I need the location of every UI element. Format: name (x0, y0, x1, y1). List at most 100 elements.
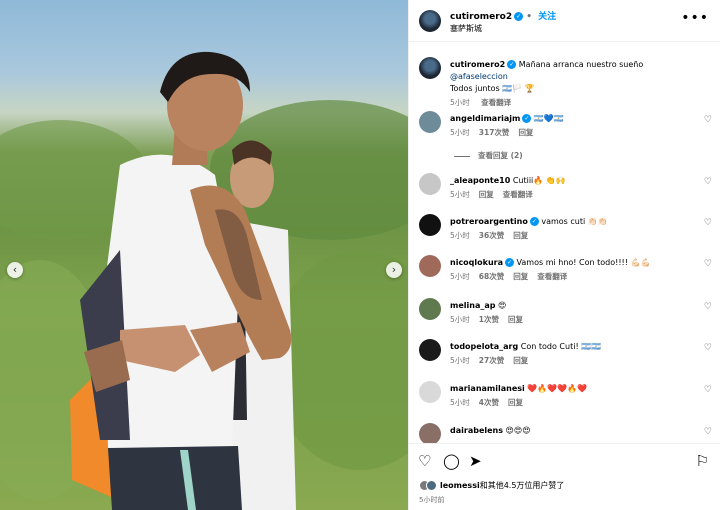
comment-row: dairabelens 😍😍😍 ♡ (409, 421, 720, 443)
post-actions-bar: ♡ ◯ ➤ ⚐ leomessi和其他4.5万位用户赞了 5小时前 (409, 443, 720, 510)
like-comment-heart-icon[interactable]: ♡ (704, 218, 712, 228)
commenter-username[interactable]: todopelota_arg (450, 342, 518, 351)
comment-time: 5小时 (450, 356, 470, 365)
comment-body: Con todo Cuti! 🇦🇷🇦🇷 (520, 342, 602, 351)
comment-likes[interactable]: 4次赞 (479, 398, 499, 407)
comment-likes[interactable]: 36次赞 (479, 231, 504, 240)
comment-likes[interactable]: 1次赞 (479, 315, 499, 324)
owner-username-row: cutiromero2 ✓ • 关注 (450, 12, 557, 22)
comment-body: ❤️🔥❤️❤️🔥❤️ (527, 384, 588, 393)
commenter-username[interactable]: angeldimariajm (450, 114, 520, 123)
verified-badge-icon: ✓ (522, 114, 532, 123)
comment-row: angeldimariajm ✓ 🇦🇷💙🇦🇷 5小时 317次赞 回复 ♡ (409, 109, 720, 149)
comment-body: 😍😍😍 (505, 426, 531, 435)
post-photo: ‹ › (0, 0, 408, 510)
more-options-icon[interactable]: ••• (681, 10, 709, 26)
mention-link[interactable]: @afaseleccion (450, 72, 508, 81)
reply-button[interactable]: 回复 (508, 398, 523, 407)
liker-username[interactable]: leomessi (440, 481, 480, 490)
comment-row: marianamilanesi ❤️🔥❤️❤️🔥❤️ 5小时 4次赞 回复 ♡ (409, 379, 720, 419)
like-comment-heart-icon[interactable]: ♡ (704, 427, 712, 437)
like-comment-heart-icon[interactable]: ♡ (704, 177, 712, 187)
reply-button[interactable]: 回复 (479, 190, 494, 199)
comment-bubble-icon[interactable]: ◯ (443, 452, 460, 470)
comments-list: cutiromero2 ✓ Mañana arranca nuestro sueñ… (409, 43, 720, 443)
caption-text: cutiromero2 ✓ Mañana arranca nuestro sueñ… (450, 59, 700, 95)
like-comment-heart-icon[interactable]: ♡ (704, 385, 712, 395)
comment-text: dairabelens 😍😍😍 (450, 425, 700, 437)
comment-time: 5小时 (450, 128, 470, 137)
comment-likes[interactable]: 317次赞 (479, 128, 510, 137)
comment-time: 5小时 (450, 398, 470, 407)
reply-button[interactable]: 回复 (513, 272, 528, 281)
like-comment-heart-icon[interactable]: ♡ (704, 259, 712, 269)
next-image-button[interactable]: › (386, 262, 402, 278)
commenter-username[interactable]: dairabelens (450, 426, 503, 435)
comment-text: nicoqlokura ✓ Vamos mi hno! Con todo!!!! … (450, 257, 700, 269)
see-translation-link[interactable]: 查看翻译 (537, 272, 567, 281)
caption-username[interactable]: cutiromero2 (450, 60, 505, 69)
caption-row: cutiromero2 ✓ Mañana arranca nuestro sueñ… (409, 55, 720, 108)
owner-avatar[interactable] (419, 10, 441, 32)
photo-illustration (0, 51, 408, 510)
like-comment-heart-icon[interactable]: ♡ (704, 115, 712, 125)
commenter-avatar[interactable] (419, 339, 441, 361)
like-heart-icon[interactable]: ♡ (418, 452, 431, 470)
previous-image-button[interactable]: ‹ (7, 262, 23, 278)
save-bookmark-icon[interactable]: ⚐ (696, 452, 709, 470)
caption-meta: 5小时 查看翻译 (450, 97, 520, 108)
view-replies-link[interactable]: 查看回复 (2) (454, 150, 523, 161)
commenter-avatar[interactable] (419, 423, 441, 443)
reply-button[interactable]: 回复 (508, 315, 523, 324)
verified-badge-icon: ✓ (505, 258, 514, 267)
comment-row: melina_ap 😍 5小时 1次赞 回复 ♡ (409, 296, 720, 336)
verified-badge-icon: ✓ (507, 60, 517, 69)
comment-time: 5小时 (450, 190, 470, 199)
commenter-avatar[interactable] (419, 111, 441, 133)
caption-body: Mañana arranca nuestro sueño (518, 60, 644, 69)
location-link[interactable]: 塞萨斯城 (450, 23, 482, 34)
comment-meta: 5小时 68次赞 回复 查看翻译 (450, 271, 576, 282)
owner-username[interactable]: cutiromero2 (450, 12, 512, 22)
commenter-avatar[interactable] (419, 173, 441, 195)
commenter-username[interactable]: marianamilanesi (450, 384, 525, 393)
liker-avatar (426, 480, 437, 491)
reply-button[interactable]: 回复 (513, 231, 528, 240)
comment-likes[interactable]: 68次赞 (479, 272, 504, 281)
caption-avatar[interactable] (419, 57, 441, 79)
verified-badge-icon: ✓ (514, 12, 524, 21)
comment-row: nicoqlokura ✓ Vamos mi hno! Con todo!!!! … (409, 253, 720, 293)
comment-time: 5小时 (450, 315, 470, 324)
comment-meta: 5小时 4次赞 回复 (450, 397, 532, 408)
comment-body: Vamos mi hno! Con todo!!!! 💪🏻💪🏻 (516, 258, 651, 267)
likes-summary[interactable]: leomessi和其他4.5万位用户赞了 (419, 480, 564, 491)
commenter-username[interactable]: melina_ap (450, 301, 495, 310)
view-replies-label: 查看回复 (2) (478, 151, 523, 160)
commenter-avatar[interactable] (419, 255, 441, 277)
caption-time: 5小时 (450, 98, 470, 107)
see-translation-link[interactable]: 查看翻译 (481, 98, 511, 107)
post-side-panel: cutiromero2 ✓ • 关注 塞萨斯城 ••• cutiromero2 ✓ … (408, 0, 720, 510)
comment-meta: 5小时 36次赞 回复 (450, 230, 537, 241)
commenter-avatar[interactable] (419, 381, 441, 403)
see-translation-link[interactable]: 查看翻译 (503, 190, 533, 199)
comment-time: 5小时 (450, 272, 470, 281)
commenter-username[interactable]: potreroargentino (450, 217, 528, 226)
commenter-avatar[interactable] (419, 298, 441, 320)
comment-body: vamos cuti 👏🏻👏🏻 (541, 217, 608, 226)
likes-count-text: 和其他4.5万位用户赞了 (479, 481, 565, 490)
follow-button[interactable]: 关注 (538, 12, 556, 22)
post-header: cutiromero2 ✓ • 关注 塞萨斯城 ••• (409, 0, 720, 42)
reply-button[interactable]: 回复 (513, 356, 528, 365)
reply-button[interactable]: 回复 (518, 128, 533, 137)
commenter-avatar[interactable] (419, 214, 441, 236)
comment-meta: 5小时 回复 查看翻译 (450, 189, 542, 200)
like-comment-heart-icon[interactable]: ♡ (704, 302, 712, 312)
commenter-username[interactable]: nicoqlokura (450, 258, 503, 267)
commenter-username[interactable]: _aleaponte10 (450, 176, 510, 185)
comment-likes[interactable]: 27次赞 (479, 356, 504, 365)
comment-body: 😍 (498, 301, 507, 310)
like-comment-heart-icon[interactable]: ♡ (704, 343, 712, 353)
share-send-icon[interactable]: ➤ (469, 452, 482, 470)
comment-text: marianamilanesi ❤️🔥❤️❤️🔥❤️ (450, 383, 700, 395)
